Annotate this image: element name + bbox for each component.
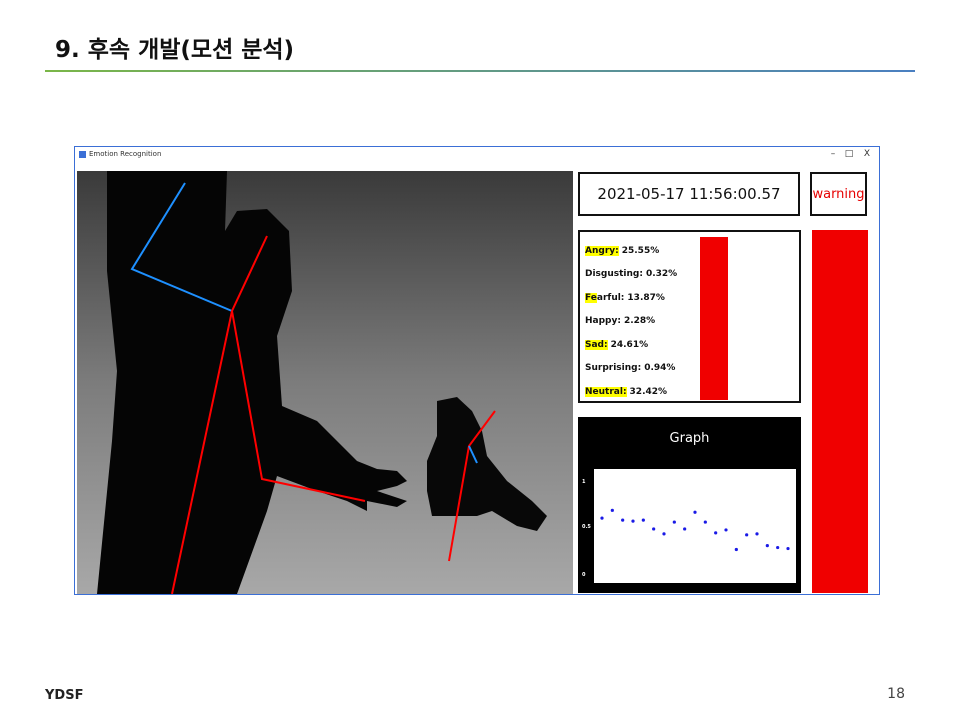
emotion-panel: Angry: 25.55% Disgusting: 0.32% Fearful: 13.8… [578, 230, 801, 403]
graph-panel: Graph 1 0.5 0 [578, 417, 801, 593]
graph-point [662, 532, 666, 536]
graph-point [610, 508, 614, 512]
emotion-recognition-window: Emotion Recognition – □ X 2021-05-17 11:… [74, 146, 880, 595]
pose-scene [97, 171, 547, 594]
emotion-row: Disgusting: 0.32% [585, 263, 677, 287]
graph-point [755, 532, 759, 536]
emotion-value: 2.28% [623, 316, 656, 327]
emotion-row: Neutral: 32.42% [585, 380, 677, 404]
emotion-list: Angry: 25.55% Disgusting: 0.32% Fearful: 13.8… [585, 239, 677, 404]
graph-point [734, 547, 738, 552]
graph-y-label-mid: 0.5 [582, 524, 591, 530]
emotion-row: Fearful: 13.87% [585, 286, 677, 310]
slide-title: 9. 후속 개발(모션 분석) [55, 37, 295, 63]
graph-point [631, 519, 635, 523]
graph-point [724, 528, 728, 532]
window-title: Emotion Recognition [89, 150, 162, 158]
emotion-value: 24.61% [610, 339, 649, 350]
emotion-row: Surprising: 0.94% [585, 357, 677, 381]
emotion-value: 32.42% [629, 386, 668, 397]
emotion-name: Disgusting: [585, 269, 643, 280]
emotion-value: 0.94% [644, 363, 676, 374]
emotion-value: 0.32% [645, 269, 678, 280]
emotion-row: Sad: 24.61% [585, 333, 677, 357]
datetime-display: 2021-05-17 11:56:00.57 [578, 172, 800, 216]
emotion-name: Fearful: [585, 292, 625, 303]
graph-point [776, 545, 780, 550]
graph-point [765, 544, 769, 548]
page-number: 18 [887, 686, 905, 702]
graph-point [683, 527, 687, 531]
emotion-row: Angry: 25.55% [585, 239, 677, 263]
warning-indicator-bar [812, 230, 868, 593]
graph-plot-area [594, 469, 796, 583]
warning-label: warning [810, 172, 867, 216]
emotion-row: Happy: 2.28% [585, 310, 677, 334]
emotion-level-bar [700, 237, 728, 400]
video-feed [77, 171, 573, 594]
graph-point [621, 518, 625, 522]
emotion-name: Sad: [585, 339, 608, 350]
graph-y-label-top: 1 [582, 479, 586, 485]
aggressor-silhouette [97, 171, 407, 594]
graph-point [672, 520, 676, 524]
minimize-button[interactable]: – [827, 149, 839, 159]
graph-point [652, 527, 656, 531]
app-icon [79, 151, 86, 158]
graph-y-label-bottom: 0 [582, 572, 586, 578]
emotion-value: 25.55% [621, 245, 660, 256]
maximize-button[interactable]: □ [843, 149, 855, 159]
close-button[interactable]: X [861, 149, 873, 159]
graph-point [745, 533, 749, 537]
graph-point [786, 546, 790, 551]
graph-point [714, 531, 718, 535]
graph-plot [600, 508, 790, 552]
graph-point [600, 516, 604, 520]
window-titlebar[interactable]: Emotion Recognition – □ X [75, 147, 879, 163]
graph-point [693, 510, 697, 514]
victim-silhouette [427, 397, 547, 531]
graph-point [641, 518, 645, 522]
graph-point [703, 520, 707, 524]
footer-brand: YDSF [45, 688, 84, 703]
emotion-name: Angry: [585, 245, 619, 256]
emotion-name: Surprising: [585, 363, 642, 374]
emotion-name: Neutral: [585, 386, 627, 397]
emotion-name: Happy: [585, 316, 621, 327]
graph-title: Graph [669, 431, 710, 446]
title-divider [45, 70, 915, 72]
emotion-value: 13.87% [627, 292, 665, 303]
